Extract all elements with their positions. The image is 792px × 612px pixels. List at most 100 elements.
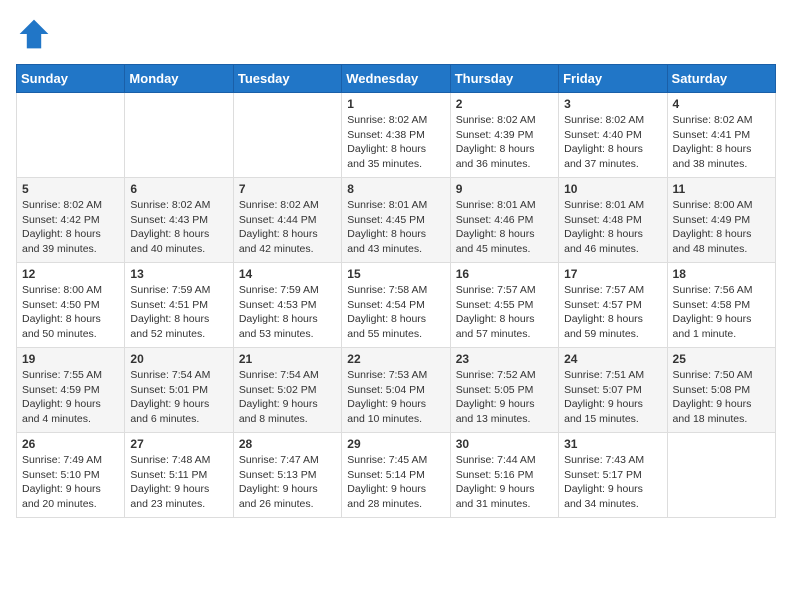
day-header-sunday: Sunday xyxy=(17,65,125,93)
day-number: 24 xyxy=(564,352,661,366)
day-number: 10 xyxy=(564,182,661,196)
day-info: Sunrise: 7:52 AM Sunset: 5:05 PM Dayligh… xyxy=(456,368,553,427)
day-header-thursday: Thursday xyxy=(450,65,558,93)
day-number: 15 xyxy=(347,267,444,281)
calendar-day-22: 22 Sunrise: 7:53 AM Sunset: 5:04 PM Dayli… xyxy=(342,348,450,433)
calendar-day-6: 6 Sunrise: 8:02 AM Sunset: 4:43 PM Daylig… xyxy=(125,178,233,263)
day-info: Sunrise: 7:48 AM Sunset: 5:11 PM Dayligh… xyxy=(130,453,227,512)
day-number: 8 xyxy=(347,182,444,196)
calendar-day-1: 1Sunrise: 8:02 AM Sunset: 4:38 PM Daylig… xyxy=(342,93,450,178)
logo xyxy=(16,16,56,52)
day-info: Sunrise: 8:02 AM Sunset: 4:43 PM Dayligh… xyxy=(130,198,227,257)
day-info: Sunrise: 8:01 AM Sunset: 4:45 PM Dayligh… xyxy=(347,198,444,257)
calendar-day-2: 2 Sunrise: 8:02 AM Sunset: 4:39 PM Daylig… xyxy=(450,93,558,178)
day-number: 9 xyxy=(456,182,553,196)
calendar-day-24: 24 Sunrise: 7:51 AM Sunset: 5:07 PM Dayli… xyxy=(559,348,667,433)
calendar-day-7: 7Sunrise: 8:02 AM Sunset: 4:44 PM Daylig… xyxy=(233,178,341,263)
calendar-day-13: 13 Sunrise: 7:59 AM Sunset: 4:51 PM Dayli… xyxy=(125,263,233,348)
day-number: 20 xyxy=(130,352,227,366)
day-info: Sunrise: 8:02 AM Sunset: 4:40 PM Dayligh… xyxy=(564,113,661,172)
day-info: Sunrise: 8:01 AM Sunset: 4:46 PM Dayligh… xyxy=(456,198,553,257)
day-number: 17 xyxy=(564,267,661,281)
day-number: 22 xyxy=(347,352,444,366)
day-info: Sunrise: 7:54 AM Sunset: 5:01 PM Dayligh… xyxy=(130,368,227,427)
day-info: Sunrise: 7:57 AM Sunset: 4:55 PM Dayligh… xyxy=(456,283,553,342)
calendar-day-29: 29 Sunrise: 7:45 AM Sunset: 5:14 PM Dayli… xyxy=(342,433,450,518)
day-info: Sunrise: 7:53 AM Sunset: 5:04 PM Dayligh… xyxy=(347,368,444,427)
day-info: Sunrise: 7:47 AM Sunset: 5:13 PM Dayligh… xyxy=(239,453,336,512)
day-number: 2 xyxy=(456,97,553,111)
calendar-empty-cell xyxy=(667,433,775,518)
day-number: 28 xyxy=(239,437,336,451)
calendar-week-row: 26 Sunrise: 7:49 AM Sunset: 5:10 PM Dayli… xyxy=(17,433,776,518)
day-number: 26 xyxy=(22,437,119,451)
day-info: Sunrise: 8:02 AM Sunset: 4:41 PM Dayligh… xyxy=(673,113,770,172)
day-number: 31 xyxy=(564,437,661,451)
day-number: 25 xyxy=(673,352,770,366)
calendar-day-5: 5Sunrise: 8:02 AM Sunset: 4:42 PM Daylig… xyxy=(17,178,125,263)
day-info: Sunrise: 7:43 AM Sunset: 5:17 PM Dayligh… xyxy=(564,453,661,512)
day-number: 18 xyxy=(673,267,770,281)
logo-icon xyxy=(16,16,52,52)
calendar-day-30: 30 Sunrise: 7:44 AM Sunset: 5:16 PM Dayli… xyxy=(450,433,558,518)
day-info: Sunrise: 7:49 AM Sunset: 5:10 PM Dayligh… xyxy=(22,453,119,512)
calendar-day-27: 27Sunrise: 7:48 AM Sunset: 5:11 PM Dayli… xyxy=(125,433,233,518)
day-info: Sunrise: 7:50 AM Sunset: 5:08 PM Dayligh… xyxy=(673,368,770,427)
calendar-week-row: 5Sunrise: 8:02 AM Sunset: 4:42 PM Daylig… xyxy=(17,178,776,263)
calendar-week-row: 12 Sunrise: 8:00 AM Sunset: 4:50 PM Dayli… xyxy=(17,263,776,348)
calendar-day-19: 19Sunrise: 7:55 AM Sunset: 4:59 PM Dayli… xyxy=(17,348,125,433)
day-info: Sunrise: 7:57 AM Sunset: 4:57 PM Dayligh… xyxy=(564,283,661,342)
calendar-day-4: 4 Sunrise: 8:02 AM Sunset: 4:41 PM Daylig… xyxy=(667,93,775,178)
day-info: Sunrise: 7:59 AM Sunset: 4:51 PM Dayligh… xyxy=(130,283,227,342)
day-info: Sunrise: 8:02 AM Sunset: 4:44 PM Dayligh… xyxy=(239,198,336,257)
calendar-empty-cell xyxy=(17,93,125,178)
calendar-day-25: 25 Sunrise: 7:50 AM Sunset: 5:08 PM Dayli… xyxy=(667,348,775,433)
calendar-day-21: 21Sunrise: 7:54 AM Sunset: 5:02 PM Dayli… xyxy=(233,348,341,433)
calendar-day-12: 12 Sunrise: 8:00 AM Sunset: 4:50 PM Dayli… xyxy=(17,263,125,348)
calendar-header-row: SundayMondayTuesdayWednesdayThursdayFrid… xyxy=(17,65,776,93)
calendar-day-31: 31 Sunrise: 7:43 AM Sunset: 5:17 PM Dayli… xyxy=(559,433,667,518)
day-info: Sunrise: 8:02 AM Sunset: 4:42 PM Dayligh… xyxy=(22,198,119,257)
day-number: 14 xyxy=(239,267,336,281)
day-number: 11 xyxy=(673,182,770,196)
day-info: Sunrise: 8:00 AM Sunset: 4:49 PM Dayligh… xyxy=(673,198,770,257)
calendar-day-17: 17 Sunrise: 7:57 AM Sunset: 4:57 PM Dayli… xyxy=(559,263,667,348)
calendar-day-18: 18 Sunrise: 7:56 AM Sunset: 4:58 PM Dayli… xyxy=(667,263,775,348)
calendar-day-3: 3 Sunrise: 8:02 AM Sunset: 4:40 PM Daylig… xyxy=(559,93,667,178)
day-info: Sunrise: 7:58 AM Sunset: 4:54 PM Dayligh… xyxy=(347,283,444,342)
day-info: Sunrise: 8:00 AM Sunset: 4:50 PM Dayligh… xyxy=(22,283,119,342)
calendar-day-26: 26 Sunrise: 7:49 AM Sunset: 5:10 PM Dayli… xyxy=(17,433,125,518)
day-header-monday: Monday xyxy=(125,65,233,93)
day-number: 12 xyxy=(22,267,119,281)
day-number: 16 xyxy=(456,267,553,281)
calendar-week-row: 19Sunrise: 7:55 AM Sunset: 4:59 PM Dayli… xyxy=(17,348,776,433)
calendar-table: SundayMondayTuesdayWednesdayThursdayFrid… xyxy=(16,64,776,518)
calendar-day-9: 9 Sunrise: 8:01 AM Sunset: 4:46 PM Daylig… xyxy=(450,178,558,263)
day-info: Sunrise: 7:59 AM Sunset: 4:53 PM Dayligh… xyxy=(239,283,336,342)
day-info: Sunrise: 8:01 AM Sunset: 4:48 PM Dayligh… xyxy=(564,198,661,257)
calendar-empty-cell xyxy=(125,93,233,178)
day-number: 30 xyxy=(456,437,553,451)
day-number: 13 xyxy=(130,267,227,281)
calendar-day-16: 16 Sunrise: 7:57 AM Sunset: 4:55 PM Dayli… xyxy=(450,263,558,348)
calendar-day-11: 11 Sunrise: 8:00 AM Sunset: 4:49 PM Dayli… xyxy=(667,178,775,263)
day-info: Sunrise: 8:02 AM Sunset: 4:39 PM Dayligh… xyxy=(456,113,553,172)
day-header-saturday: Saturday xyxy=(667,65,775,93)
day-number: 4 xyxy=(673,97,770,111)
day-info: Sunrise: 7:51 AM Sunset: 5:07 PM Dayligh… xyxy=(564,368,661,427)
day-info: Sunrise: 7:45 AM Sunset: 5:14 PM Dayligh… xyxy=(347,453,444,512)
day-header-wednesday: Wednesday xyxy=(342,65,450,93)
calendar-day-15: 15 Sunrise: 7:58 AM Sunset: 4:54 PM Dayli… xyxy=(342,263,450,348)
day-number: 3 xyxy=(564,97,661,111)
calendar-day-10: 10 Sunrise: 8:01 AM Sunset: 4:48 PM Dayli… xyxy=(559,178,667,263)
day-header-tuesday: Tuesday xyxy=(233,65,341,93)
calendar-day-28: 28 Sunrise: 7:47 AM Sunset: 5:13 PM Dayli… xyxy=(233,433,341,518)
page-header xyxy=(16,16,776,52)
day-number: 6 xyxy=(130,182,227,196)
day-info: Sunrise: 7:56 AM Sunset: 4:58 PM Dayligh… xyxy=(673,283,770,342)
day-number: 29 xyxy=(347,437,444,451)
day-info: Sunrise: 7:54 AM Sunset: 5:02 PM Dayligh… xyxy=(239,368,336,427)
day-number: 19 xyxy=(22,352,119,366)
day-info: Sunrise: 7:44 AM Sunset: 5:16 PM Dayligh… xyxy=(456,453,553,512)
day-number: 1 xyxy=(347,97,444,111)
